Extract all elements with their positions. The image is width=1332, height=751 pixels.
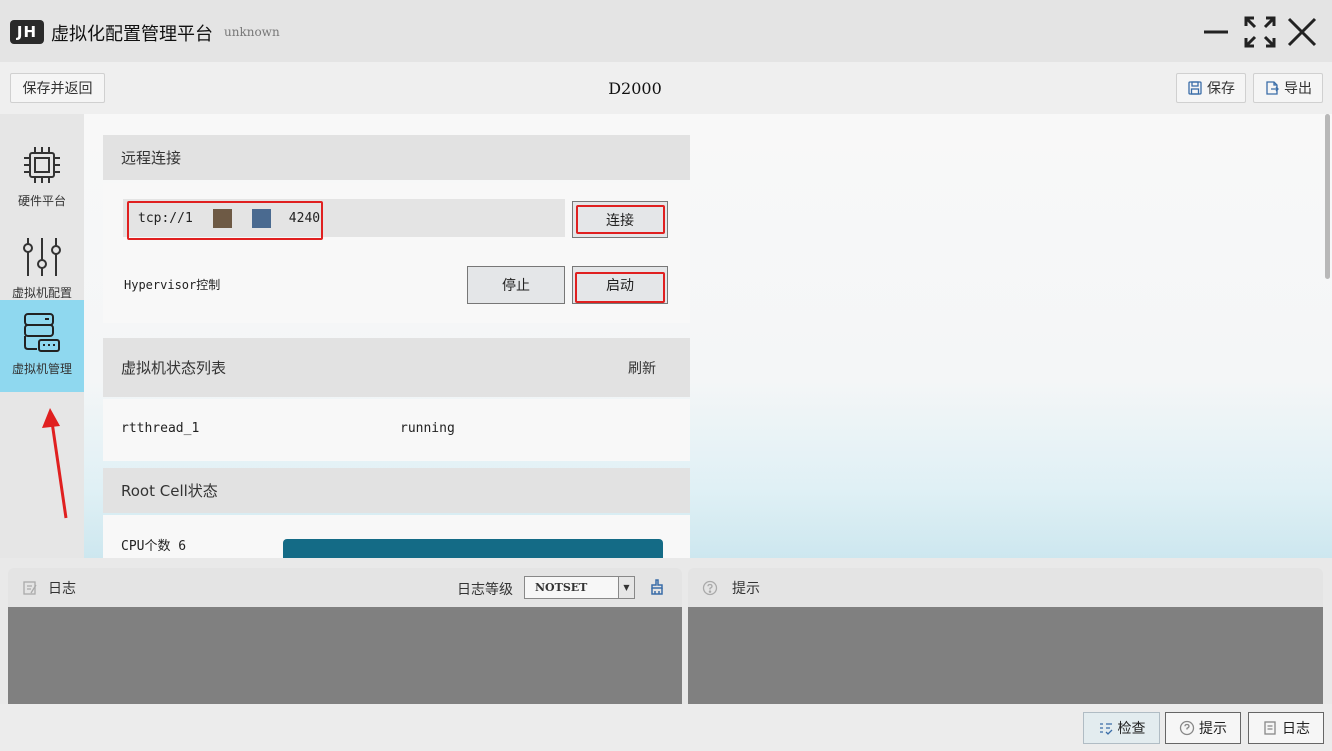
close-button[interactable] <box>1282 12 1322 52</box>
log-header: 日志 日志等级 NOTSET ▼ <box>8 568 682 607</box>
chip-icon <box>24 147 60 183</box>
stop-button[interactable]: 停止 <box>467 266 565 304</box>
status-bar: 检查 提示 日志 <box>0 704 1332 751</box>
sidebar-item-label: 硬件平台 <box>17 194 66 208</box>
vm-list-header: 虚拟机状态列表 刷新 <box>103 338 690 397</box>
check-button[interactable]: 检查 <box>1083 712 1160 744</box>
export-label: 导出 <box>1284 81 1312 97</box>
app-subtitle: unknown <box>224 25 280 39</box>
root-cell-panel: CPU个数 6 <box>103 515 690 558</box>
app-logo: JH <box>10 20 44 44</box>
cpu-count: CPU个数 6 <box>121 539 187 554</box>
panel-title: 远程连接 <box>121 149 182 167</box>
log-title: 日志 <box>48 580 76 597</box>
log-level-select[interactable]: NOTSET ▼ <box>524 576 635 599</box>
root-cell-header: Root Cell状态 <box>103 468 690 513</box>
hint-header: 提示 <box>688 568 1323 607</box>
sidebar-item-label: 虚拟机配置 <box>11 286 72 300</box>
server-icon <box>24 313 60 352</box>
panel-title: 虚拟机状态列表 <box>121 359 227 377</box>
export-button[interactable]: 导出 <box>1253 73 1323 103</box>
hint-title: 提示 <box>732 580 760 597</box>
app-title: 虚拟化配置管理平台 <box>51 24 213 45</box>
save-label: 保存 <box>1207 81 1235 97</box>
main-content: 远程连接 tcp://1 4240 连接 Hypervisor控制 停止 启动 … <box>84 114 1332 558</box>
device-name: D2000 <box>608 79 662 98</box>
hint-output <box>688 607 1323 704</box>
chevron-down-icon: ▼ <box>618 577 634 598</box>
log-panel: 日志 日志等级 NOTSET ▼ <box>8 568 682 704</box>
log-label: 日志 <box>1282 721 1310 737</box>
checklist-icon <box>1099 723 1112 735</box>
connect-button[interactable]: 连接 <box>572 201 668 238</box>
sidebar-item-hardware-platform[interactable]: 硬件平台 <box>0 132 84 224</box>
close-icon <box>1287 17 1317 47</box>
log-level-label: 日志等级 <box>457 582 513 598</box>
maximize-button[interactable] <box>1240 12 1280 52</box>
title-bar: JH 虚拟化配置管理平台 unknown <box>0 0 1332 62</box>
toolbar: 保存并返回 D2000 保存 导出 <box>0 62 1332 114</box>
redacted-block <box>212 208 232 228</box>
hint-label: 提示 <box>1199 721 1227 737</box>
overlay-bar <box>283 539 663 558</box>
table-row[interactable]: rtthread_1 running <box>103 419 690 441</box>
panel-title: Root Cell状态 <box>121 482 218 500</box>
minimize-icon <box>1204 30 1228 34</box>
clear-brush-icon[interactable] <box>648 578 666 596</box>
help-icon <box>1179 720 1195 736</box>
redacted-block <box>251 208 271 228</box>
start-button[interactable]: 启动 <box>572 266 668 304</box>
export-icon <box>1266 81 1279 95</box>
remote-connection-header: 远程连接 <box>103 135 690 180</box>
sidebar: 硬件平台 虚拟机配置 虚拟机管理 <box>0 114 84 558</box>
hint-panel: 提示 <box>688 568 1323 704</box>
minimize-button[interactable] <box>1196 12 1236 52</box>
help-icon <box>702 580 718 595</box>
save-button[interactable]: 保存 <box>1176 73 1246 103</box>
expand-icon <box>1244 16 1276 48</box>
sidebar-item-vm-management[interactable]: 虚拟机管理 <box>0 300 84 392</box>
hypervisor-label: Hypervisor控制 <box>124 278 221 292</box>
sliders-icon <box>23 238 61 276</box>
check-label: 检查 <box>1117 721 1146 737</box>
save-icon <box>1188 81 1202 95</box>
vm-list: rtthread_1 running <box>103 399 690 461</box>
refresh-button[interactable]: 刷新 <box>628 358 656 378</box>
annotation-arrow-icon <box>42 408 68 519</box>
document-icon <box>1264 721 1276 735</box>
vm-name: rtthread_1 <box>121 421 200 436</box>
log-output <box>8 607 682 704</box>
address-input[interactable]: tcp://1 4240 <box>123 199 565 237</box>
log-button[interactable]: 日志 <box>1248 712 1324 744</box>
edit-icon <box>23 580 37 595</box>
sidebar-item-label: 虚拟机管理 <box>11 362 72 376</box>
hint-button[interactable]: 提示 <box>1165 712 1241 744</box>
remote-connection-panel: tcp://1 4240 连接 Hypervisor控制 停止 启动 <box>103 183 690 323</box>
save-and-return-button[interactable]: 保存并返回 <box>10 73 105 103</box>
vm-status: running <box>400 421 455 436</box>
scrollbar[interactable] <box>1325 114 1330 279</box>
